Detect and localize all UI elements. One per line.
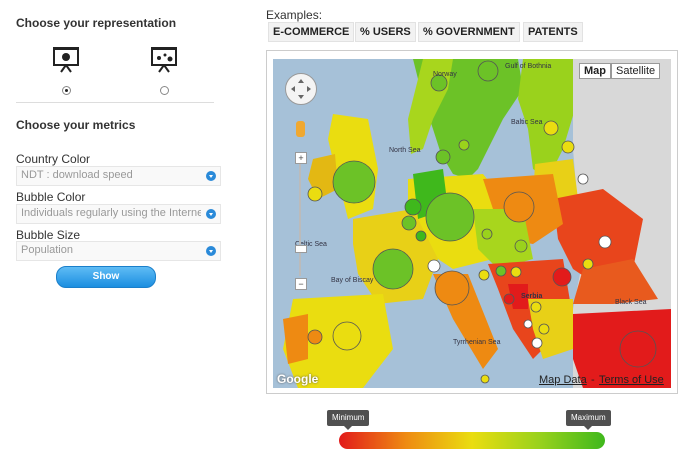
map-type-map-button[interactable]: Map xyxy=(579,63,611,79)
map-label-baltic: Baltic Sea xyxy=(511,119,543,126)
chevron-down-icon xyxy=(206,209,216,219)
controls-panel: Choose your representation Choose your m… xyxy=(0,0,232,457)
examples-label: Examples: xyxy=(266,8,323,22)
metrics-title: Choose your metrics xyxy=(16,118,136,132)
map-data-link[interactable]: Map Data xyxy=(539,374,587,386)
map-label-black-sea: Black Sea xyxy=(615,299,647,306)
zoom-in-button[interactable]: + xyxy=(295,152,307,164)
example-patents-button[interactable]: PATENTS xyxy=(523,22,583,42)
example-government-button[interactable]: % GOVERNMENT xyxy=(418,22,520,42)
example-ecommerce-button[interactable]: E-COMMERCE xyxy=(268,22,355,42)
map-type-satellite-button[interactable]: Satellite xyxy=(611,63,661,79)
divider xyxy=(16,102,214,103)
map-label-north-sea: North Sea xyxy=(389,147,421,154)
map-label-norway: Norway xyxy=(433,71,457,78)
bubble-view-icon[interactable] xyxy=(150,45,178,73)
bubble-color-value: Individuals regularly using the Internet xyxy=(21,207,201,219)
country-color-label: Country Color xyxy=(16,152,91,166)
bubble-color-select[interactable]: Individuals regularly using the Internet xyxy=(16,204,221,224)
zoom-slider-track[interactable] xyxy=(299,164,301,276)
country-color-value: NDT : download speed xyxy=(21,169,133,181)
zoom-slider-handle[interactable] xyxy=(295,245,307,253)
map-canvas[interactable]: Norway Gulf of Bothnia Baltic Sea North … xyxy=(273,59,671,388)
street-view-pegman-icon[interactable] xyxy=(296,121,305,137)
legend-color-scale xyxy=(339,432,605,449)
map-container: Norway Gulf of Bothnia Baltic Sea North … xyxy=(266,50,678,394)
map-pan-control[interactable] xyxy=(285,73,317,105)
map-view-radio[interactable] xyxy=(62,86,71,95)
legend-minimum-label: Minimum xyxy=(327,410,370,430)
map-footer-separator: - xyxy=(591,374,595,386)
terms-of-use-link[interactable]: Terms of Use xyxy=(599,374,664,386)
country-color-select[interactable]: NDT : download speed xyxy=(16,166,221,186)
bubble-color-label: Bubble Color xyxy=(16,190,86,204)
map-label-biscay: Bay of Biscay xyxy=(331,277,374,284)
representation-title: Choose your representation xyxy=(16,16,177,30)
zoom-out-button[interactable]: − xyxy=(295,278,307,290)
bubble-size-label: Bubble Size xyxy=(16,228,81,242)
show-button[interactable]: Show xyxy=(56,266,156,288)
map-view-icon[interactable] xyxy=(52,45,80,73)
legend-maximum-label: Maximum xyxy=(566,410,611,430)
bubble-size-select[interactable]: Population xyxy=(16,241,221,261)
example-users-button[interactable]: % USERS xyxy=(355,22,416,42)
bubble-size-value: Population xyxy=(21,244,73,256)
google-logo: Google xyxy=(277,372,319,386)
chevron-down-icon xyxy=(206,246,216,256)
map-label-gulf: Gulf of Bothnia xyxy=(505,63,552,70)
map-label-serbia: Serbia xyxy=(521,293,543,300)
map-label-tyrrhenian: Tyrrhenian Sea xyxy=(453,339,501,346)
chevron-down-icon xyxy=(206,171,216,181)
bubble-view-radio[interactable] xyxy=(160,86,169,95)
pan-arrows-icon xyxy=(291,79,311,99)
